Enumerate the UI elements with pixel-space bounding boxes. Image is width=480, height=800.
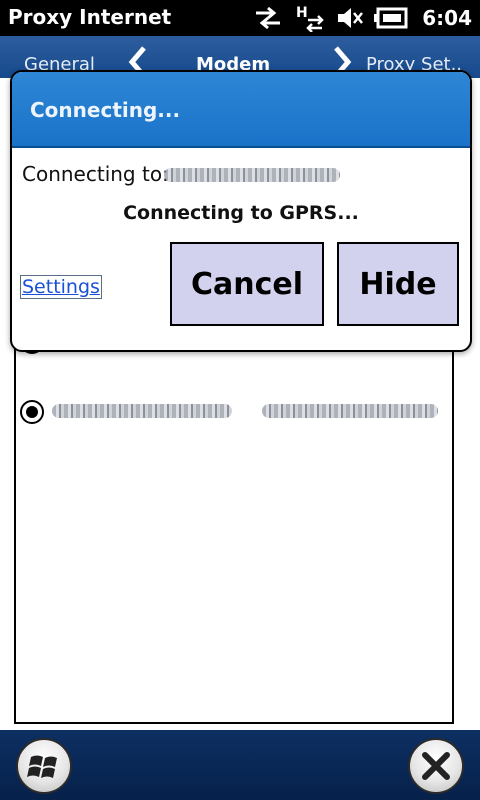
connection-status: Connecting to GPRS... — [123, 202, 359, 224]
cancel-button[interactable]: Cancel — [170, 242, 324, 326]
status-bar: Proxy Internet H 6:04 — [0, 0, 480, 36]
status-icons: H 6:04 — [252, 4, 472, 32]
start-button[interactable] — [16, 738, 72, 794]
close-x-icon — [422, 752, 450, 780]
modem-page-panel — [14, 300, 454, 724]
clock: 6:04 — [422, 6, 472, 30]
settings-link[interactable]: Settings — [20, 275, 102, 299]
dialog-header: Connecting... — [12, 72, 470, 148]
close-button[interactable] — [408, 738, 464, 794]
redacted-connection-name — [52, 404, 232, 418]
hspa-data-icon: H — [294, 4, 326, 32]
bottom-bar — [0, 730, 480, 800]
connecting-to-label: Connecting to: — [22, 162, 169, 186]
redacted-connection-detail — [262, 404, 438, 418]
windows-flag-icon — [27, 755, 57, 778]
connection-radio-2[interactable] — [20, 400, 44, 424]
app-title: Proxy Internet — [8, 5, 172, 29]
hide-button[interactable]: Hide — [337, 242, 459, 326]
connecting-dialog: Connecting... Connecting to: Connecting … — [10, 70, 472, 352]
dialog-title: Connecting... — [30, 98, 181, 122]
redacted-connection-target — [164, 168, 340, 182]
svg-text:H: H — [296, 5, 308, 21]
connection-arrows-icon — [252, 5, 284, 31]
volume-muted-icon — [336, 5, 364, 31]
battery-icon — [374, 7, 408, 29]
